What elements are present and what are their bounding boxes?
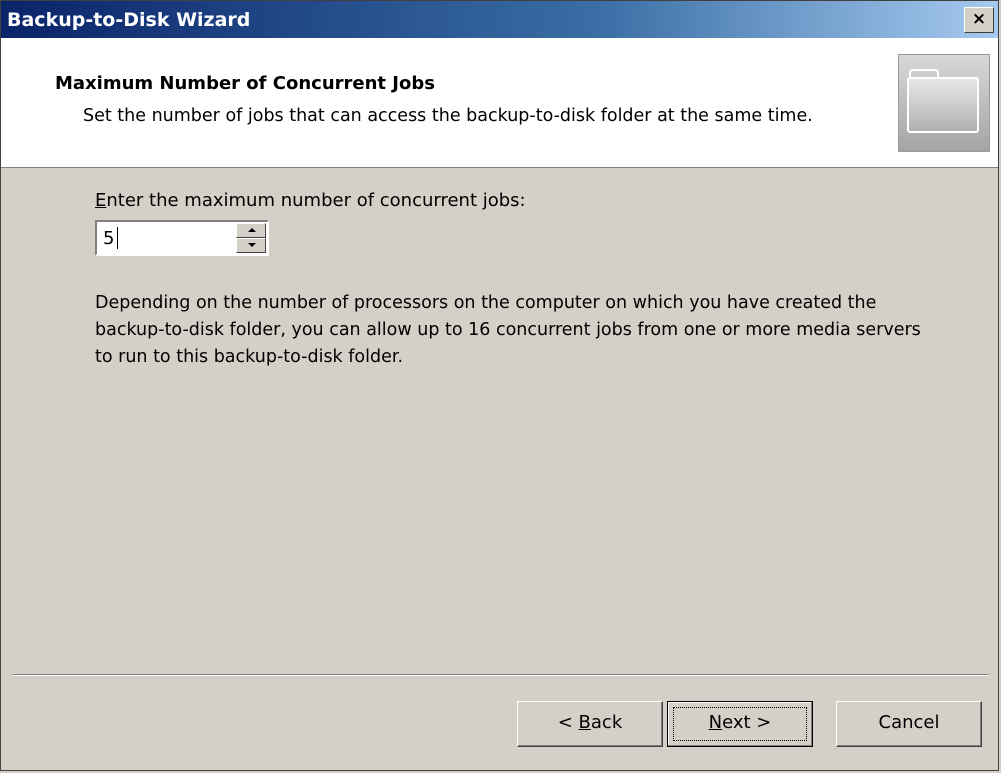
page-title: Maximum Number of Concurrent Jobs — [55, 73, 435, 94]
spin-buttons — [236, 223, 266, 253]
arrow-up-icon — [248, 228, 256, 232]
spin-down-button[interactable] — [236, 238, 266, 253]
wizard-content: Enter the maximum number of concurrent j… — [1, 168, 998, 674]
focus-rectangle — [673, 707, 807, 741]
footer-divider — [13, 674, 989, 676]
title-bar[interactable]: Backup-to-Disk Wizard × — [1, 1, 998, 38]
back-button[interactable]: < Back — [517, 701, 663, 747]
close-icon: × — [971, 9, 987, 29]
spin-up-button[interactable] — [236, 223, 266, 238]
next-button[interactable]: Next > — [667, 701, 813, 747]
concurrent-jobs-spinner[interactable] — [95, 220, 269, 256]
wizard-header: Maximum Number of Concurrent Jobs Set th… — [1, 38, 998, 168]
window-title: Backup-to-Disk Wizard — [7, 9, 251, 31]
help-text: Depending on the number of processors on… — [95, 293, 921, 367]
close-button[interactable]: × — [964, 7, 994, 33]
wizard-window: Backup-to-Disk Wizard × Maximum Number o… — [0, 0, 999, 771]
text-caret — [117, 227, 118, 249]
concurrent-jobs-input[interactable] — [101, 225, 227, 251]
cancel-button[interactable]: Cancel — [836, 701, 982, 747]
folder-icon — [898, 54, 990, 152]
arrow-down-icon — [248, 243, 256, 247]
page-subtitle: Set the number of jobs that can access t… — [83, 106, 813, 126]
concurrent-jobs-label: Enter the maximum number of concurrent j… — [95, 190, 526, 211]
accelerator-key: E — [95, 190, 107, 211]
